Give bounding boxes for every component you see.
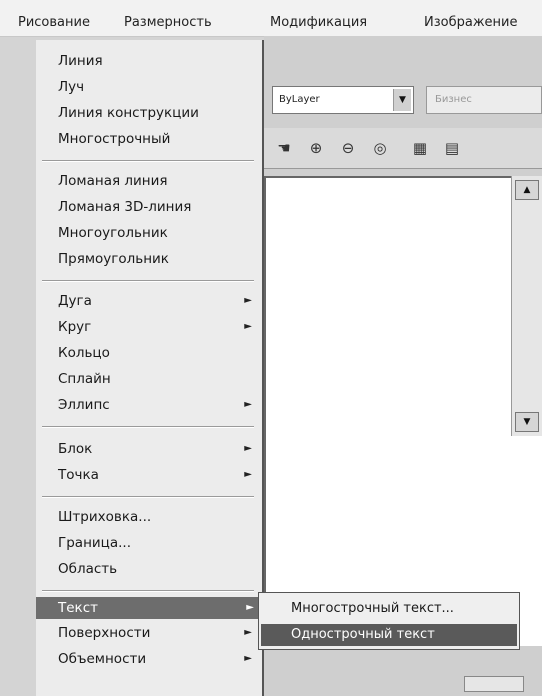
menu-item-boundary[interactable]: Граница... — [58, 532, 131, 554]
submenu-arrow-icon: ► — [244, 399, 252, 410]
vertical-scrollbar[interactable]: ▲ ▼ — [511, 176, 542, 436]
menu-item-text-label: Текст — [58, 600, 98, 616]
menu-modify[interactable]: Модификация — [270, 15, 367, 30]
zoom-window-icon[interactable]: ⊖ — [336, 136, 360, 160]
pan-icon[interactable]: ☚ — [272, 136, 296, 160]
submenu-item-single-line-text[interactable]: Однострочный текст — [261, 624, 517, 646]
layers-icon[interactable]: ▤ — [440, 136, 464, 160]
linetype-select[interactable]: Бизнес — [426, 86, 542, 114]
menu-item-point[interactable]: Точка — [58, 464, 99, 486]
scroll-down-icon[interactable]: ▼ — [515, 412, 539, 432]
menu-item-polygon[interactable]: Многоугольник — [58, 222, 168, 244]
menu-item-donut[interactable]: Кольцо — [58, 342, 110, 364]
submenu-arrow-icon: ► — [244, 295, 252, 306]
menu-item-polyline[interactable]: Ломаная линия — [58, 170, 168, 192]
menu-item-circle[interactable]: Круг — [58, 316, 91, 338]
menu-item-text[interactable]: Текст ► — [36, 597, 264, 619]
menu-item-block[interactable]: Блок — [58, 438, 92, 460]
layer-select-value: ByLayer — [279, 94, 320, 105]
menu-item-rectangle[interactable]: Прямоугольник — [58, 248, 169, 270]
menu-item-surfaces[interactable]: Поверхности — [58, 622, 150, 644]
scroll-up-icon[interactable]: ▲ — [515, 180, 539, 200]
menu-draw[interactable]: Рисование — [18, 15, 90, 30]
menu-item-spline[interactable]: Сплайн — [58, 368, 111, 390]
submenu-arrow-icon: ► — [244, 653, 252, 664]
menu-item-multiline[interactable]: Многострочный — [58, 128, 170, 150]
dropdown-arrow-icon[interactable]: ▼ — [393, 89, 411, 111]
menu-separator — [42, 590, 254, 592]
menu-separator — [42, 496, 254, 498]
submenu-arrow-icon: ► — [244, 443, 252, 454]
menu-item-3d-polyline[interactable]: Ломаная 3D-линия — [58, 196, 191, 218]
menu-item-solids[interactable]: Объемности — [58, 648, 146, 670]
submenu-item-single-line-text-label: Однострочный текст — [291, 627, 435, 642]
submenu-arrow-icon: ► — [244, 321, 252, 332]
menu-separator — [42, 426, 254, 428]
menu-item-arc[interactable]: Дуга — [58, 290, 92, 312]
view-toolbar: ☚ ⊕ ⊖ ◎ ▦ ▤ — [264, 128, 542, 169]
menu-item-region[interactable]: Область — [58, 558, 117, 580]
text-submenu: Многострочный текст... Однострочный текс… — [258, 592, 520, 650]
submenu-item-multiline-text[interactable]: Многострочный текст... — [291, 598, 454, 620]
menu-bar: Рисование Размерность Модификация Изобра… — [0, 0, 542, 37]
properties-icon[interactable]: ▦ — [408, 136, 432, 160]
menu-separator — [42, 160, 254, 162]
menu-separator — [42, 280, 254, 282]
submenu-arrow-icon: ► — [246, 602, 254, 613]
menu-item-ray[interactable]: Луч — [58, 76, 84, 98]
submenu-arrow-icon: ► — [244, 469, 252, 480]
linetype-select-value: Бизнес — [435, 94, 472, 105]
menu-item-construction-line[interactable]: Линия конструкции — [58, 102, 199, 124]
submenu-arrow-icon: ► — [244, 627, 252, 638]
zoom-realtime-icon[interactable]: ⊕ — [304, 136, 328, 160]
layer-select[interactable]: ByLayer ▼ — [272, 86, 414, 114]
drawing-canvas[interactable] — [264, 176, 542, 646]
zoom-previous-icon[interactable]: ◎ — [368, 136, 392, 160]
horizontal-scrollbar[interactable] — [464, 676, 524, 692]
menu-item-ellipse[interactable]: Эллипс — [58, 394, 110, 416]
menu-item-line[interactable]: Линия — [58, 50, 103, 72]
menu-dimension[interactable]: Размерность — [124, 15, 212, 30]
draw-menu: Линия Луч Линия конструкции Многострочны… — [36, 40, 264, 696]
menu-image[interactable]: Изображение — [424, 15, 517, 30]
menu-item-hatch[interactable]: Штриховка... — [58, 506, 151, 528]
